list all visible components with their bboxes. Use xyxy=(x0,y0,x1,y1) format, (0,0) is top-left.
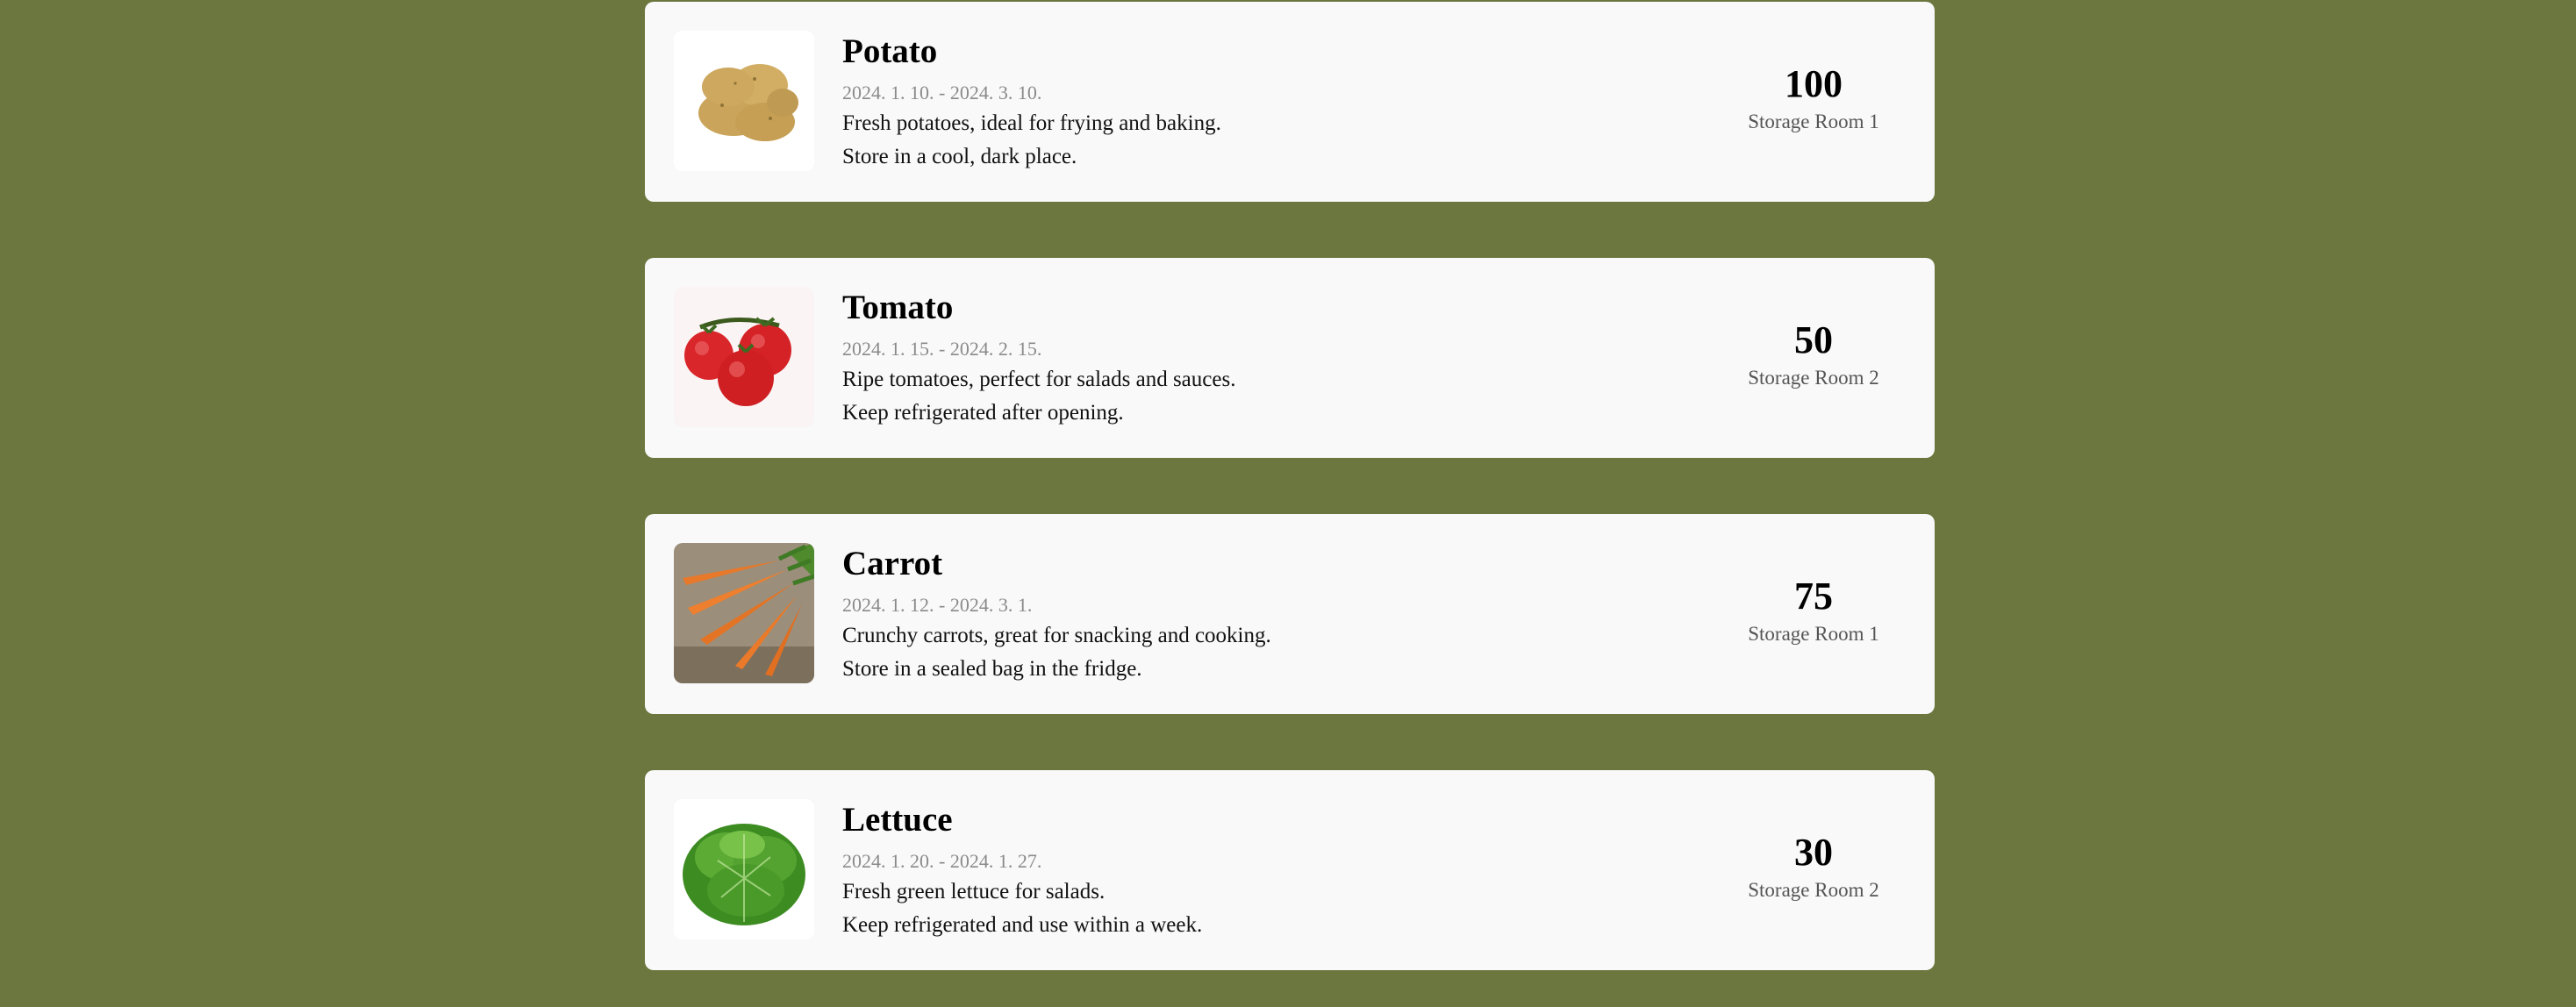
item-name: Potato xyxy=(842,32,938,70)
lettuce-image xyxy=(674,799,814,939)
item-dates: 2024. 1. 20. - 2024. 1. 27. xyxy=(842,850,1042,872)
carrot-image xyxy=(674,543,814,683)
item-dates: 2024. 1. 12. - 2024. 3. 1. xyxy=(842,594,1033,616)
item-stock: 50 Storage Room 2 xyxy=(1698,316,1929,391)
inventory-card-lettuce[interactable]: Lettuce 2024. 1. 20. - 2024. 1. 27. Fres… xyxy=(645,770,1935,970)
item-location: Storage Room 2 xyxy=(1748,879,1879,901)
item-description-line-2: Store in a cool, dark place. xyxy=(842,145,1077,168)
item-location: Storage Room 2 xyxy=(1748,367,1879,389)
inventory-card-carrot[interactable]: Carrot 2024. 1. 12. - 2024. 3. 1. Crunch… xyxy=(645,514,1935,714)
item-location: Storage Room 1 xyxy=(1748,111,1879,132)
inventory-card-potato[interactable]: Potato 2024. 1. 10. - 2024. 3. 10. Fresh… xyxy=(645,2,1935,202)
item-description-line-1: Ripe tomatoes, perfect for salads and sa… xyxy=(842,368,1236,391)
item-name: Carrot xyxy=(842,545,943,582)
item-quantity: 50 xyxy=(1794,318,1833,361)
item-stock: 75 Storage Room 1 xyxy=(1698,572,1929,647)
item-name: Tomato xyxy=(842,289,954,326)
item-info: Lettuce 2024. 1. 20. - 2024. 1. 27. Fres… xyxy=(842,796,1632,941)
item-description-line-2: Store in a sealed bag in the fridge. xyxy=(842,657,1142,681)
item-dates: 2024. 1. 15. - 2024. 2. 15. xyxy=(842,338,1042,360)
item-info: Tomato 2024. 1. 15. - 2024. 2. 15. Ripe … xyxy=(842,284,1632,429)
item-info: Potato 2024. 1. 10. - 2024. 3. 10. Fresh… xyxy=(842,28,1632,173)
item-stock: 30 Storage Room 2 xyxy=(1698,828,1929,903)
item-name: Lettuce xyxy=(842,801,953,839)
item-location: Storage Room 1 xyxy=(1748,623,1879,645)
item-quantity: 30 xyxy=(1794,831,1833,874)
tomato-image xyxy=(674,287,814,427)
item-info: Carrot 2024. 1. 12. - 2024. 3. 1. Crunch… xyxy=(842,540,1632,685)
item-quantity: 75 xyxy=(1794,575,1833,618)
item-dates: 2024. 1. 10. - 2024. 3. 10. xyxy=(842,82,1042,104)
item-description-line-1: Crunchy carrots, great for snacking and … xyxy=(842,624,1271,647)
inventory-card-tomato[interactable]: Tomato 2024. 1. 15. - 2024. 2. 15. Ripe … xyxy=(645,258,1935,458)
item-stock: 100 Storage Room 1 xyxy=(1698,60,1929,135)
item-description-line-2: Keep refrigerated and use within a week. xyxy=(842,913,1203,937)
item-quantity: 100 xyxy=(1785,62,1843,105)
item-description-line-1: Fresh potatoes, ideal for frying and bak… xyxy=(842,111,1221,135)
item-description-line-2: Keep refrigerated after opening. xyxy=(842,401,1124,425)
potato-image xyxy=(674,31,814,171)
item-description-line-1: Fresh green lettuce for salads. xyxy=(842,880,1106,903)
